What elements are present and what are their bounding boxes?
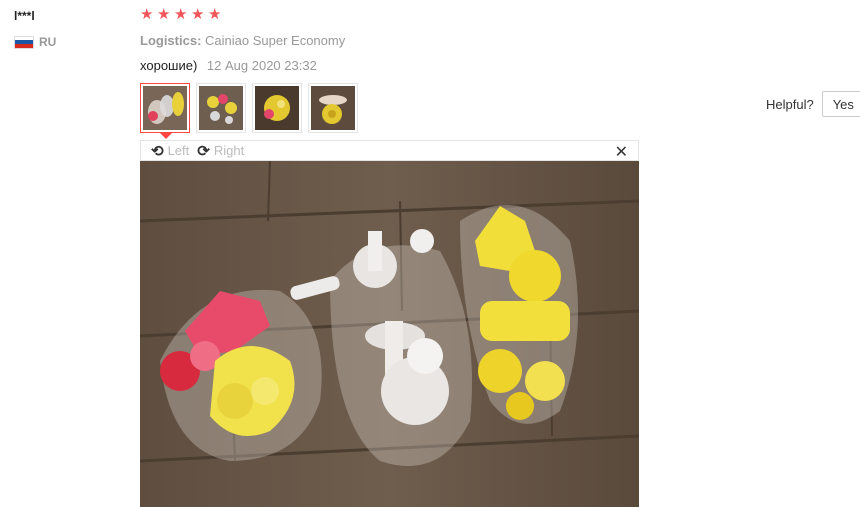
- close-icon[interactable]: ✕: [615, 142, 628, 162]
- thumbnail-photo-2[interactable]: [196, 83, 246, 133]
- rotate-right-icon: ⟳: [197, 142, 210, 160]
- helpful-label: Helpful?: [766, 96, 814, 112]
- review-text: хорошие): [140, 58, 198, 73]
- russia-flag-icon: [14, 35, 34, 49]
- helpful-yes-button[interactable]: Yes: [821, 91, 860, 117]
- helpful-section: Helpful? Yes: [766, 91, 860, 117]
- star-icon: ★: [174, 6, 188, 23]
- review-content: хорошие) 12 Aug 2020 23:32: [140, 58, 317, 73]
- review-photo-image: [140, 161, 639, 507]
- country-code: RU: [39, 35, 57, 49]
- thumbnail-image: [199, 86, 243, 130]
- thumbnail-image: [255, 86, 299, 130]
- star-icon: ★: [157, 6, 171, 23]
- rotate-right-button[interactable]: ⟳ Right: [197, 142, 244, 160]
- star-icon: ★: [140, 6, 154, 23]
- logistics-value: Cainiao Super Economy: [205, 33, 346, 48]
- logistics-label: Logistics:: [140, 33, 202, 48]
- reviewer-country: RU: [14, 35, 56, 49]
- rating-stars: ★ ★ ★ ★ ★: [140, 7, 223, 22]
- rotate-left-icon: ⟲: [151, 142, 164, 160]
- photo-thumbnails: [140, 83, 358, 139]
- thumbnail-photo-3[interactable]: [252, 83, 302, 133]
- reviewer-name: l***l: [14, 9, 35, 23]
- thumbnail-photo-1[interactable]: [140, 83, 190, 139]
- thumbnail-image: [143, 86, 187, 130]
- review-date: 12 Aug 2020 23:32: [206, 58, 317, 73]
- image-viewer-toolbar: ⟲ Left ⟳ Right ✕: [140, 140, 639, 161]
- enlarged-review-photo: [140, 161, 639, 507]
- rotate-right-label: Right: [213, 143, 245, 158]
- logistics-info: Logistics: Cainiao Super Economy: [140, 33, 345, 48]
- thumbnail-photo-4[interactable]: [308, 83, 358, 133]
- rotate-left-button[interactable]: ⟲ Left: [151, 142, 189, 160]
- star-icon: ★: [191, 6, 205, 23]
- thumbnail-image: [311, 86, 355, 130]
- star-icon: ★: [208, 6, 222, 23]
- rotate-left-label: Left: [167, 143, 190, 158]
